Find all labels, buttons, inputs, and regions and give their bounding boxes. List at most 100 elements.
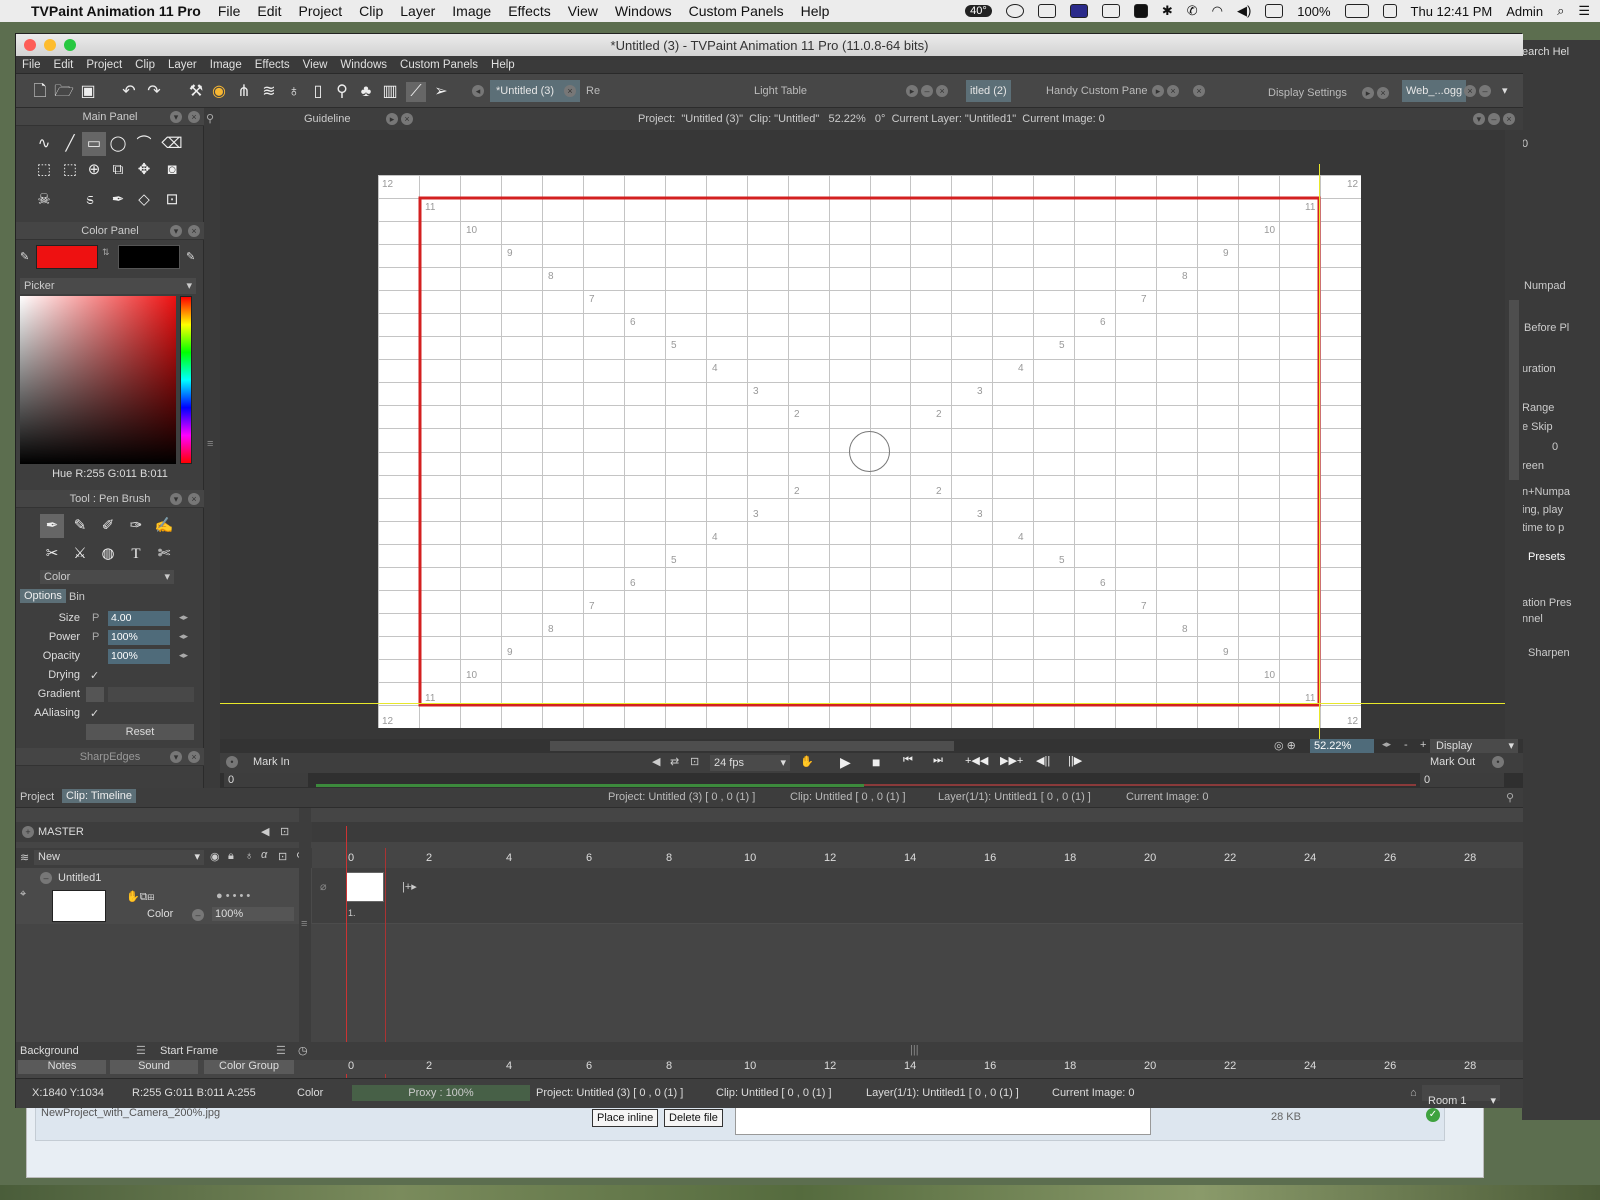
status-proxy[interactable]: Proxy : 100%: [352, 1085, 530, 1101]
panel-close-icon[interactable]: ×: [188, 225, 200, 237]
curve-tool-icon[interactable]: ⌒: [132, 132, 156, 156]
master-settings-icon[interactable]: ⊡: [280, 825, 289, 838]
frame-icon[interactable]: ⊡: [690, 755, 699, 768]
gradient-field[interactable]: [108, 687, 194, 702]
slider-arrows-icon[interactable]: ◂▸: [179, 650, 188, 661]
frame-out-field[interactable]: 0: [1420, 773, 1504, 787]
water-drop-icon[interactable]: ◍: [96, 542, 120, 566]
mark-in-icon[interactable]: •: [226, 756, 238, 768]
menubar-help[interactable]: Help: [801, 3, 830, 19]
volume-icon[interactable]: ◀): [1237, 3, 1251, 19]
notes-button[interactable]: Notes: [18, 1058, 106, 1074]
panel-menu-icon[interactable]: ▾: [170, 111, 182, 123]
menu-custom-panels[interactable]: Custom Panels: [400, 59, 478, 71]
airplay-icon[interactable]: [1265, 4, 1284, 18]
picker-dropdown[interactable]: Picker ▾: [20, 278, 196, 294]
layer-dots[interactable]: ● • • • •: [216, 890, 250, 902]
tab-handy-custom-panel[interactable]: Handy Custom Pane: [1046, 80, 1148, 102]
tab-web-ogg[interactable]: Web_...ogg: [1402, 80, 1467, 102]
delete-file-button[interactable]: Delete file: [664, 1109, 723, 1127]
display-dropdown[interactable]: Display ▾: [1430, 739, 1518, 753]
zoom-tool-icon[interactable]: ⊕: [82, 158, 106, 182]
magic-select-icon[interactable]: ⬚: [58, 158, 82, 182]
window-titlebar[interactable]: *Untitled (3) - TVPaint Animation 11 Pro…: [16, 34, 1523, 56]
undo-icon[interactable]: ↶: [119, 82, 139, 102]
tab-clip-timeline[interactable]: Clip: Timeline: [62, 789, 137, 803]
pen-tool-icon[interactable]: ✒: [106, 188, 130, 212]
reset-button[interactable]: Reset: [86, 724, 194, 740]
paper-plane-icon[interactable]: ➢: [431, 82, 451, 102]
menu-file[interactable]: File: [22, 59, 41, 71]
new-document-icon[interactable]: 🗋: [30, 82, 50, 102]
layer-row[interactable]: ⌖ – Untitled1 ✋⧉⊞ ● • • • • Color – 100%: [16, 868, 312, 924]
master-row[interactable]: + MASTER ◀ ⊡: [16, 822, 312, 842]
prev-key-button[interactable]: +◀◀: [965, 754, 988, 767]
spotlight-icon[interactable]: ⌕: [1557, 3, 1564, 19]
user-name[interactable]: Admin: [1506, 4, 1543, 19]
tab-untitled3-close[interactable]: ×: [564, 80, 576, 102]
bg-filename[interactable]: NewProject_with_Camera_200%.jpg: [41, 1107, 220, 1119]
vscroll-thumb[interactable]: [1509, 300, 1519, 480]
lightbulb-icon[interactable]: ♁: [245, 850, 253, 862]
layers-stack-icon[interactable]: ≋: [20, 851, 29, 864]
splitter-grip-icon[interactable]: ≡: [207, 438, 213, 450]
menu-image[interactable]: Image: [210, 59, 242, 71]
next-key-button[interactable]: ▶▶+: [1000, 754, 1023, 767]
skull-tool-icon[interactable]: ☠: [32, 188, 56, 212]
menubar-custom-panels[interactable]: Custom Panels: [689, 3, 784, 19]
tab-untitled2[interactable]: itled (2): [966, 80, 1011, 102]
airbrush-icon[interactable]: ✑: [124, 514, 148, 538]
phone-icon[interactable]: ✆: [1187, 3, 1198, 19]
redo-icon[interactable]: ↷: [144, 82, 164, 102]
brush-bundle-icon[interactable]: ⋔: [234, 82, 254, 102]
volume-icon[interactable]: ◀: [652, 755, 660, 768]
menubar-image[interactable]: Image: [452, 3, 491, 19]
light-table-controls[interactable]: ▸ – ×: [906, 80, 949, 102]
move-tool-icon[interactable]: ✥: [132, 158, 156, 182]
minus-icon[interactable]: –: [1479, 85, 1492, 98]
room-select[interactable]: Room 1 ▾: [1422, 1085, 1500, 1107]
app-0-icon[interactable]: [1133, 4, 1148, 18]
panel-menu-icon[interactable]: ▾: [170, 493, 182, 505]
rectangle-tool-icon[interactable]: ▭: [82, 132, 106, 156]
toolbar-dropdown[interactable]: ▾: [1502, 80, 1508, 102]
menu-project[interactable]: Project: [86, 59, 122, 71]
opacity-input[interactable]: 100%: [108, 649, 170, 664]
play-icon[interactable]: ▸: [1152, 85, 1164, 98]
remote-icon[interactable]: ▯: [308, 82, 328, 102]
close-tab-icon[interactable]: ×: [1503, 113, 1515, 126]
screen-icon[interactable]: [1101, 4, 1120, 18]
hue-slider[interactable]: [180, 296, 192, 464]
mark-out-label[interactable]: Mark Out: [1430, 756, 1475, 768]
eyedropper-icon[interactable]: ✎: [20, 250, 29, 263]
lightbulb-icon[interactable]: ♁: [284, 82, 304, 102]
close-tab-icon[interactable]: ×: [1167, 85, 1180, 98]
chart-icon[interactable]: ▥: [380, 82, 400, 102]
slider-arrows-icon[interactable]: ◂▸: [179, 612, 188, 623]
last-frame-button[interactable]: ⏭: [933, 754, 943, 767]
panel-close-icon[interactable]: ×: [188, 493, 200, 505]
loop-icon[interactable]: ⇄: [670, 755, 679, 768]
new-layer-dropdown[interactable]: New ▾: [34, 850, 204, 865]
notification-icon[interactable]: ☰: [1578, 3, 1590, 19]
battery-percent[interactable]: 100%: [1297, 4, 1330, 19]
paint-brush-icon[interactable]: ✍: [152, 514, 176, 538]
place-inline-button[interactable]: Place inline: [592, 1109, 659, 1127]
splitter-grip-icon[interactable]: ≡: [301, 918, 307, 930]
room-icon[interactable]: ⌂: [1410, 1087, 1417, 1099]
temperature-badge[interactable]: 40°: [965, 5, 992, 17]
camera-tool-icon[interactable]: ◙: [160, 158, 184, 182]
frame-cel[interactable]: [346, 872, 384, 902]
tab-re[interactable]: Re: [586, 80, 600, 102]
play-icon[interactable]: ▸: [1362, 87, 1374, 100]
hscroll-thumb[interactable]: [550, 741, 954, 751]
web-controls[interactable]: × –: [1464, 80, 1492, 102]
background-label[interactable]: Background: [20, 1045, 79, 1057]
square-app-icon[interactable]: [1069, 4, 1088, 18]
zoom-value[interactable]: 52.22%: [1310, 739, 1374, 753]
dropbox-icon[interactable]: [1037, 4, 1056, 18]
background-options-icon[interactable]: ☰: [136, 1044, 146, 1057]
exposure-off-icon[interactable]: ⌀: [320, 880, 327, 893]
canvas-hscroll[interactable]: ◎ ⊕ 52.22% ◂▸ - + Display ▾: [220, 739, 1523, 753]
menubar-windows[interactable]: Windows: [615, 3, 672, 19]
